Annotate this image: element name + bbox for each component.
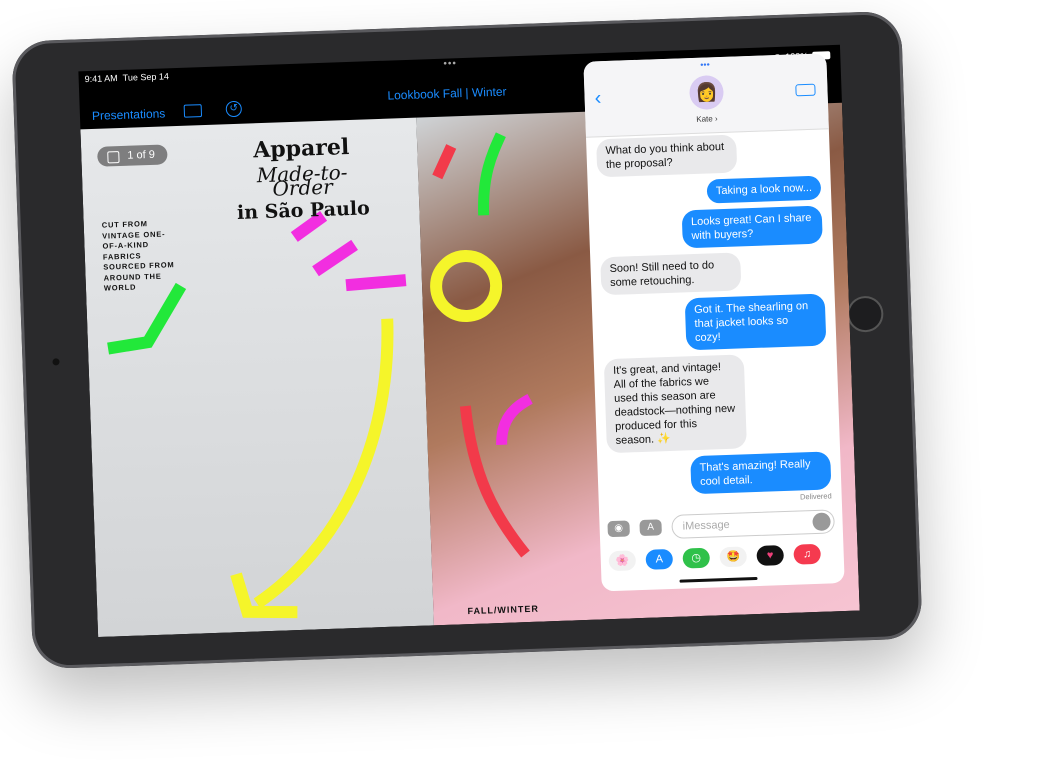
clock-icon[interactable]: ◷: [682, 547, 711, 569]
status-time: 9:41 AM: [84, 73, 118, 85]
heart-icon[interactable]: ♥: [756, 545, 785, 567]
ipad-device: 9:41 AM Tue Sep 14 ◠100% ••• Presentatio…: [11, 10, 923, 670]
app-drawer: 🌸 A ◷ 🤩 ♥ ♫: [608, 543, 844, 572]
screen: 9:41 AM Tue Sep 14 ◠100% ••• Presentatio…: [78, 44, 860, 638]
incoming-message[interactable]: It's great, and vintage! All of the fabr…: [603, 354, 747, 454]
yellow-arrow: [230, 318, 394, 619]
app-store-icon[interactable]: A: [645, 548, 674, 570]
outgoing-message[interactable]: Got it. The shearling on that jacket loo…: [684, 293, 827, 351]
apps-icon[interactable]: A: [639, 519, 662, 537]
home-indicator: [679, 577, 758, 583]
video-call-icon[interactable]: [795, 83, 816, 97]
status-date: Tue Sep 14: [122, 71, 170, 83]
messages-slide-over: ••• ‹ 👩 Kate › What do you think about t…: [583, 53, 845, 592]
slide-counter[interactable]: 1 of 9: [97, 144, 168, 167]
messages-header: ••• ‹ 👩 Kate ›: [583, 53, 829, 138]
multitasking-dots[interactable]: •••: [443, 58, 457, 69]
incoming-message[interactable]: What do you think about the proposal?: [596, 134, 738, 178]
camera-icon[interactable]: ◉: [607, 520, 630, 538]
camera: [52, 358, 60, 366]
delivered-status: Delivered: [799, 491, 832, 502]
incoming-message[interactable]: Soon! Still need to do some retouching.: [600, 252, 742, 296]
slide-side-text: CUT FROM VINTAGE ONE-OF-A-KIND FABRICS S…: [101, 219, 175, 293]
contact-name[interactable]: Kate ›: [585, 110, 828, 127]
undo-icon[interactable]: ↺: [225, 100, 243, 118]
slide-headline: Apparel Made-to-Order in São Paulo: [236, 134, 371, 224]
document-title[interactable]: Lookbook Fall | Winter: [387, 84, 507, 102]
photos-icon[interactable]: 🌸: [608, 550, 637, 572]
green-stroke-2: [478, 132, 506, 216]
compose-row: ◉ A iMessage: [607, 508, 835, 542]
sidebar-icon[interactable]: [183, 104, 203, 118]
slides-icon: [107, 151, 120, 164]
imessage-input[interactable]: iMessage: [671, 509, 835, 539]
home-button[interactable]: [846, 295, 884, 333]
presentations-button[interactable]: Presentations: [92, 106, 166, 123]
audio-icon[interactable]: [812, 512, 831, 532]
outgoing-message[interactable]: Looks great! Can I share with buyers?: [681, 205, 823, 249]
magenta-stroke: [290, 211, 407, 292]
music-icon[interactable]: ♫: [793, 543, 822, 565]
memoji-stickers-icon[interactable]: 🤩: [719, 546, 748, 568]
outgoing-message[interactable]: That's amazing! Really cool detail.: [690, 451, 832, 495]
outgoing-message[interactable]: Taking a look now...: [706, 175, 822, 204]
yellow-circle: [430, 249, 503, 322]
back-chevron-icon[interactable]: ‹: [594, 87, 601, 110]
magenta-stroke-2: [496, 394, 533, 446]
message-thread: What do you think about the proposal? Tak…: [586, 129, 842, 510]
avatar[interactable]: 👩: [688, 74, 725, 111]
green-stroke: [107, 282, 187, 355]
